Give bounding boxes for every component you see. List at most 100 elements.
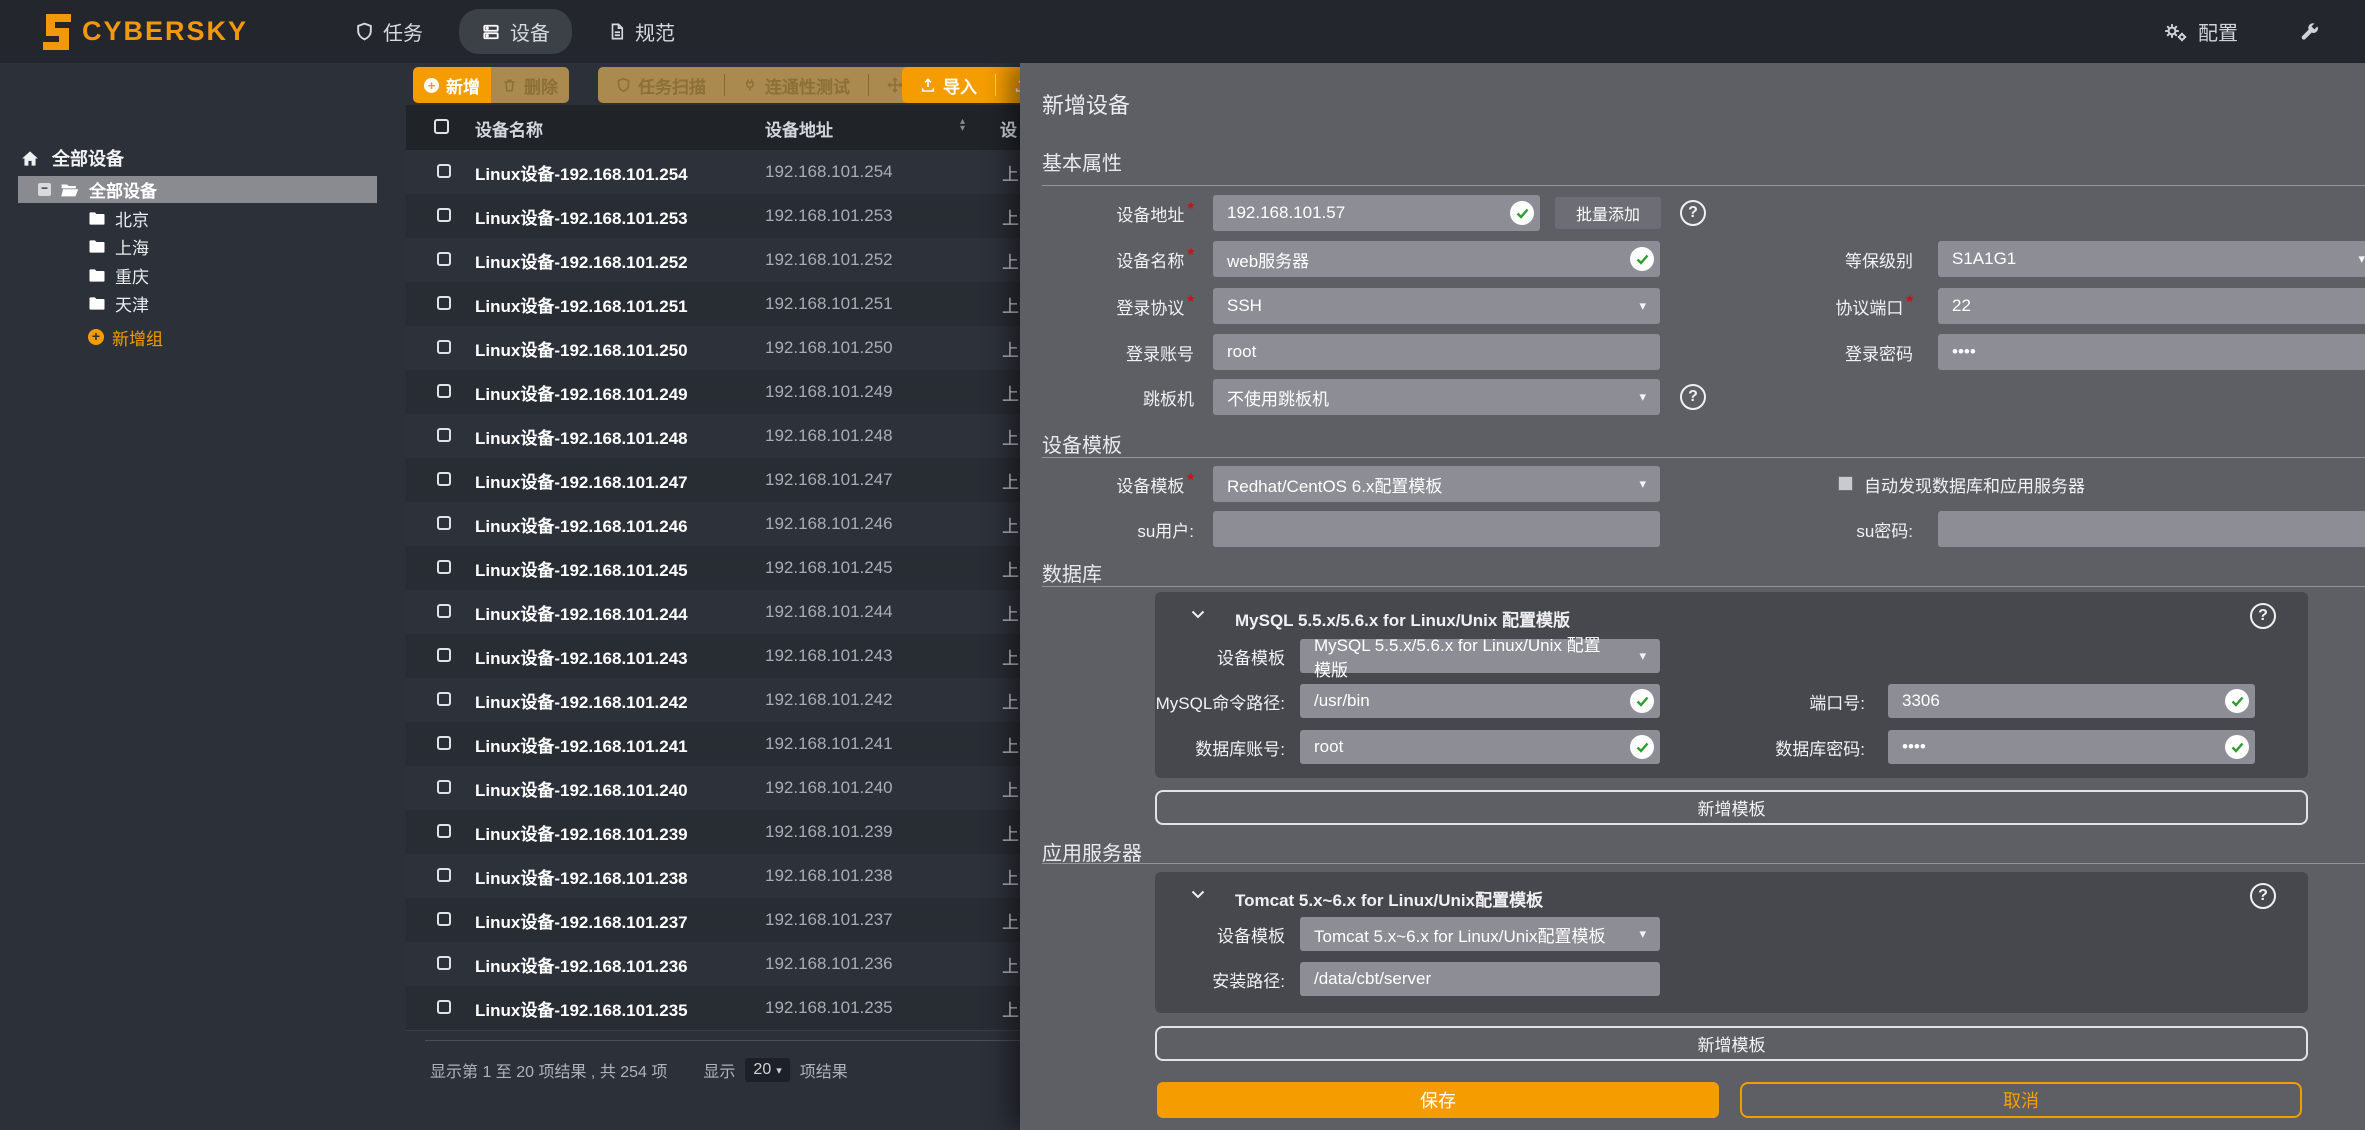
protection-level-select[interactable]: S1A1G1 ▾ bbox=[1938, 241, 2365, 277]
device-name-cell: Linux设备-192.168.101.254 bbox=[475, 150, 688, 194]
mysql-password-input[interactable]: •••• bbox=[1888, 730, 2255, 764]
mysql-port-input[interactable]: 3306 bbox=[1888, 684, 2255, 718]
batch-add-button[interactable]: 批量添加 bbox=[1555, 197, 1661, 229]
connectivity-test-button[interactable]: 连通性测试 bbox=[725, 67, 868, 103]
mysql-card-title[interactable]: MySQL 5.5.x/5.6.x for Linux/Unix 配置模版 bbox=[1235, 606, 1570, 631]
nav-tab-label: 规范 bbox=[635, 17, 675, 46]
device-name-input[interactable]: web服务器 bbox=[1213, 241, 1660, 277]
nav-tab-standards[interactable]: 规范 bbox=[586, 9, 697, 54]
help-icon[interactable]: ? bbox=[2250, 603, 2276, 629]
su-password-input[interactable] bbox=[1938, 511, 2365, 547]
import-button[interactable]: 导入 bbox=[902, 67, 995, 103]
su-user-input[interactable] bbox=[1213, 511, 1660, 547]
tree-node-all-devices-selected[interactable]: − 全部设备 bbox=[18, 176, 377, 203]
protection-level-value: S1A1G1 bbox=[1952, 249, 2016, 269]
mysql-command-path-input[interactable]: /usr/bin bbox=[1300, 684, 1660, 718]
login-password-value: •••• bbox=[1952, 342, 1976, 362]
chevron-down-icon[interactable] bbox=[1191, 890, 1205, 899]
cancel-button[interactable]: 取消 bbox=[1740, 1082, 2302, 1118]
login-protocol-select[interactable]: SSH ▾ bbox=[1213, 288, 1660, 324]
login-password-input[interactable]: •••• bbox=[1938, 334, 2365, 370]
mysql-command-path-value: /usr/bin bbox=[1314, 691, 1370, 711]
tomcat-card-title[interactable]: Tomcat 5.x~6.x for Linux/Unix配置模板 bbox=[1235, 886, 1543, 911]
sort-icon[interactable]: ▴▾ bbox=[960, 118, 965, 132]
add-database-template-button[interactable]: 新增模板 bbox=[1155, 790, 2308, 825]
row-checkbox[interactable] bbox=[437, 428, 451, 442]
row-checkbox[interactable] bbox=[437, 384, 451, 398]
device-extra-cell: 上 bbox=[1002, 546, 1019, 590]
device-extra-cell: 上 bbox=[1002, 678, 1019, 722]
device-name-cell: Linux设备-192.168.101.253 bbox=[475, 194, 688, 238]
add-appserver-template-button[interactable]: 新增模板 bbox=[1155, 1026, 2308, 1061]
add-group-button[interactable]: + 新增组 bbox=[88, 324, 163, 350]
import-label: 导入 bbox=[943, 73, 977, 98]
row-checkbox[interactable] bbox=[437, 868, 451, 882]
help-icon[interactable]: ? bbox=[1680, 384, 1706, 410]
tree-collapse-toggle[interactable]: − bbox=[38, 183, 51, 196]
auto-discover-checkbox[interactable] bbox=[1838, 476, 1853, 491]
add-device-button[interactable]: + 新增 bbox=[413, 67, 491, 103]
delete-device-button[interactable]: 删除 bbox=[491, 67, 569, 103]
row-checkbox[interactable] bbox=[437, 648, 451, 662]
row-checkbox[interactable] bbox=[437, 252, 451, 266]
device-tree-sidebar: 全部设备 − 全部设备 北京上海重庆天津 + 新增组 bbox=[0, 63, 406, 1130]
jump-server-select[interactable]: 不使用跳板机 ▾ bbox=[1213, 379, 1660, 415]
tree-node-1[interactable]: 上海 bbox=[88, 234, 149, 260]
device-address-cell: 192.168.101.248 bbox=[765, 414, 893, 458]
device-address-input[interactable]: 192.168.101.57 bbox=[1213, 195, 1540, 231]
tree-node-2[interactable]: 重庆 bbox=[88, 262, 149, 288]
select-all-checkbox[interactable] bbox=[434, 119, 449, 134]
row-checkbox[interactable] bbox=[437, 340, 451, 354]
row-checkbox[interactable] bbox=[437, 472, 451, 486]
device-template-select[interactable]: Redhat/CentOS 6.x配置模板 ▾ bbox=[1213, 466, 1660, 502]
add-device-drawer: 新增设备 基本属性 设备地址* 192.168.101.57 批量添加 ? 设备… bbox=[1020, 63, 2365, 1130]
config-menu[interactable]: 配置 bbox=[2162, 17, 2238, 46]
mysql-account-label: 数据库账号: bbox=[1155, 730, 1285, 764]
install-path-input[interactable]: /data/cbt/server bbox=[1300, 962, 1660, 996]
valid-check-icon bbox=[1630, 247, 1654, 271]
row-checkbox[interactable] bbox=[437, 604, 451, 618]
row-checkbox[interactable] bbox=[437, 560, 451, 574]
sidebar-root-all-devices[interactable]: 全部设备 bbox=[20, 145, 124, 171]
row-checkbox[interactable] bbox=[437, 208, 451, 222]
jump-server-value: 不使用跳板机 bbox=[1227, 385, 1329, 410]
nav-tab-devices[interactable]: 设备 bbox=[459, 9, 572, 54]
task-scan-button[interactable]: 任务扫描 bbox=[598, 67, 724, 103]
help-icon[interactable]: ? bbox=[2250, 883, 2276, 909]
protocol-port-input[interactable]: 22 bbox=[1938, 288, 2365, 324]
login-account-input[interactable]: root bbox=[1213, 334, 1660, 370]
column-header-third[interactable]: 设 bbox=[1000, 116, 1017, 141]
page-size-select[interactable]: 20 ▾ bbox=[745, 1058, 789, 1082]
tomcat-device-template-select[interactable]: Tomcat 5.x~6.x for Linux/Unix配置模板 ▾ bbox=[1300, 917, 1660, 951]
column-header-name[interactable]: 设备名称 bbox=[475, 116, 543, 141]
device-address-cell: 192.168.101.245 bbox=[765, 546, 893, 590]
row-checkbox[interactable] bbox=[437, 780, 451, 794]
row-checkbox[interactable] bbox=[437, 824, 451, 838]
device-address-cell: 192.168.101.238 bbox=[765, 854, 893, 898]
wrench-icon[interactable] bbox=[2298, 21, 2320, 43]
device-name-cell: Linux设备-192.168.101.251 bbox=[475, 282, 688, 326]
mysql-account-input[interactable]: root bbox=[1300, 730, 1660, 764]
tree-node-3[interactable]: 天津 bbox=[88, 291, 149, 317]
device-template-label: 设备模板* bbox=[1042, 466, 1194, 502]
help-icon[interactable]: ? bbox=[1680, 200, 1706, 226]
move-icon bbox=[887, 77, 903, 93]
row-checkbox[interactable] bbox=[437, 692, 451, 706]
device-extra-cell: 上 bbox=[1002, 854, 1019, 898]
device-extra-cell: 上 bbox=[1002, 590, 1019, 634]
device-address-cell: 192.168.101.236 bbox=[765, 942, 893, 986]
folder-icon bbox=[88, 296, 106, 311]
save-button[interactable]: 保存 bbox=[1157, 1082, 1719, 1118]
row-checkbox[interactable] bbox=[437, 296, 451, 310]
row-checkbox[interactable] bbox=[437, 516, 451, 530]
row-checkbox[interactable] bbox=[437, 1000, 451, 1014]
nav-tab-tasks[interactable]: 任务 bbox=[333, 9, 445, 54]
mysql-device-template-select[interactable]: MySQL 5.5.x/5.6.x for Linux/Unix 配置模版 ▾ bbox=[1300, 639, 1660, 673]
row-checkbox[interactable] bbox=[437, 912, 451, 926]
column-header-address[interactable]: 设备地址 bbox=[765, 116, 833, 141]
chevron-down-icon[interactable] bbox=[1191, 610, 1205, 619]
row-checkbox[interactable] bbox=[437, 164, 451, 178]
tree-node-0[interactable]: 北京 bbox=[88, 205, 149, 231]
row-checkbox[interactable] bbox=[437, 736, 451, 750]
row-checkbox[interactable] bbox=[437, 956, 451, 970]
